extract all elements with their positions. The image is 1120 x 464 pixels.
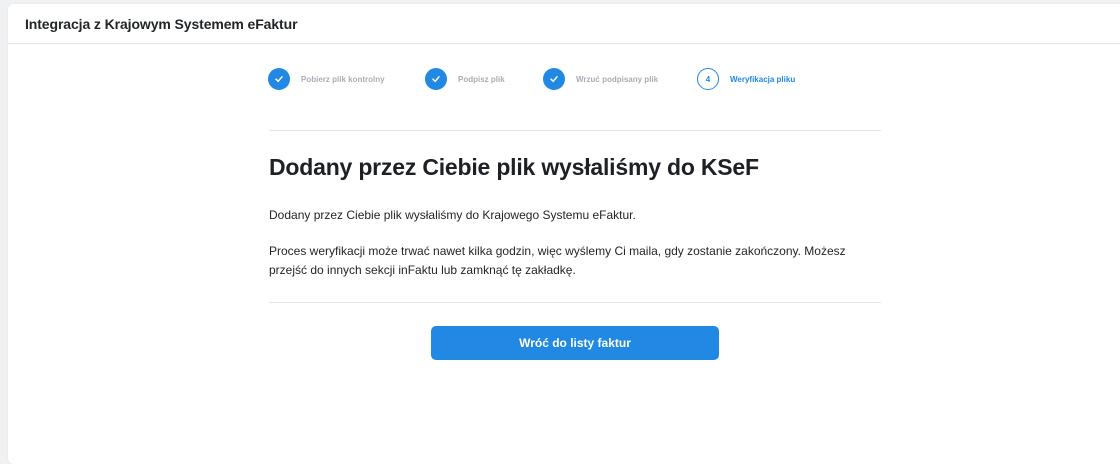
integration-card: Integracja z Krajowym Systemem eFaktur P… <box>8 4 1120 464</box>
step-label: Wrzuć podpisany plik <box>576 74 659 84</box>
step-sign-file: Podpisz plik <box>425 68 543 90</box>
step-label: Pobierz plik kontrolny <box>301 74 385 84</box>
step-download-control-file: Pobierz plik kontrolny <box>268 68 425 90</box>
check-icon <box>268 68 290 90</box>
confirmation-heading: Dodany przez Ciebie plik wysłaliśmy do K… <box>269 154 759 180</box>
verification-info-text: Proces weryfikacji może trwać nawet kilk… <box>269 244 846 277</box>
divider <box>269 130 881 131</box>
check-icon <box>543 68 565 90</box>
step-upload-signed-file: Wrzuć podpisany plik <box>543 68 697 90</box>
check-icon <box>425 68 447 90</box>
stepper: Pobierz plik kontrolny Podpisz plik Wrzu… <box>268 68 795 90</box>
step-label: Weryfikacja pliku <box>730 74 796 84</box>
step-number: 4 <box>697 68 719 90</box>
card-header: Integracja z Krajowym Systemem eFaktur <box>8 4 1120 44</box>
divider <box>269 302 881 303</box>
confirmation-text: Dodany przez Ciebie plik wysłaliśmy do K… <box>269 208 636 222</box>
step-file-verification: 4 Weryfikacja pliku <box>697 68 795 90</box>
back-to-invoices-button[interactable]: Wróć do listy faktur <box>431 326 719 360</box>
step-label: Podpisz plik <box>458 74 505 84</box>
page-title: Integracja z Krajowym Systemem eFaktur <box>25 15 298 32</box>
